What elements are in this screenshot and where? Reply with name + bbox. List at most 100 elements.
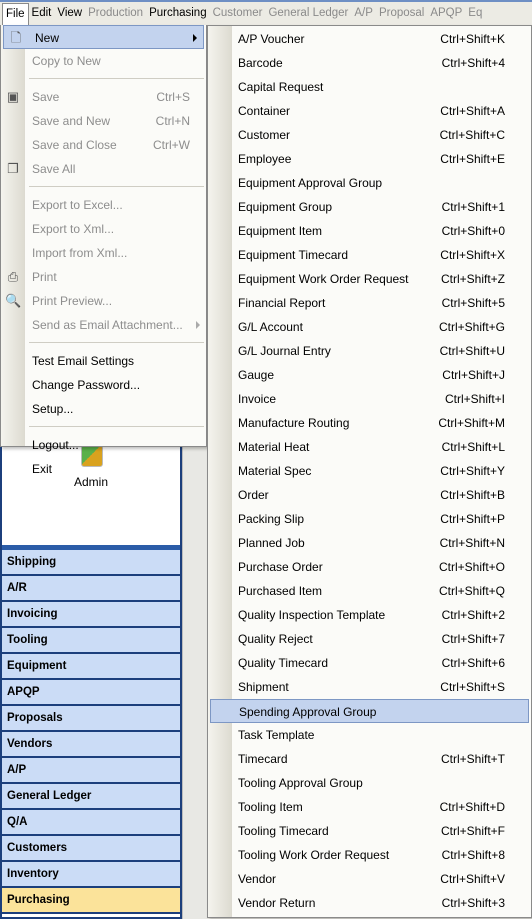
- sidebar-item-a-r[interactable]: A/R: [2, 576, 180, 602]
- separator: [29, 426, 204, 427]
- menu-apqp[interactable]: APQP: [427, 3, 465, 25]
- submenu-item-label: Material Heat: [238, 440, 310, 454]
- menu-proposal[interactable]: Proposal: [376, 3, 427, 25]
- submenu-item-tooling-item[interactable]: Tooling Item Ctrl+Shift+D: [208, 795, 531, 819]
- submenu-item-task-template[interactable]: Task Template: [208, 723, 531, 747]
- submenu-item-purchase-order[interactable]: Purchase Order Ctrl+Shift+O: [208, 555, 531, 579]
- submenu-item-equipment-approval-group[interactable]: Equipment Approval Group: [208, 171, 531, 195]
- menu-item-test-email[interactable]: Test Email Settings: [1, 349, 206, 373]
- submenu-item-quality-inspection-template[interactable]: Quality Inspection Template Ctrl+Shift+2: [208, 603, 531, 627]
- submenu-item-purchased-item[interactable]: Purchased Item Ctrl+Shift+Q: [208, 579, 531, 603]
- submenu-item-tooling-work-order-request[interactable]: Tooling Work Order Request Ctrl+Shift+8: [208, 843, 531, 867]
- submenu-item-shortcut: Ctrl+Shift+J: [442, 368, 505, 382]
- submenu-item-customer[interactable]: Customer Ctrl+Shift+C: [208, 123, 531, 147]
- menu-item-new[interactable]: 🗋 New: [3, 25, 204, 49]
- sidebar-item-vendors[interactable]: Vendors: [2, 732, 180, 758]
- menu-ap[interactable]: A/P: [351, 3, 376, 25]
- menu-item-change-password[interactable]: Change Password...: [1, 373, 206, 397]
- menu-purchasing[interactable]: Purchasing: [146, 3, 210, 25]
- menu-item-setup[interactable]: Setup...: [1, 397, 206, 421]
- submenu-item-equipment-group[interactable]: Equipment Group Ctrl+Shift+1: [208, 195, 531, 219]
- submenu-item-shortcut: Ctrl+Shift+Z: [440, 272, 505, 286]
- submenu-item-gauge[interactable]: Gauge Ctrl+Shift+J: [208, 363, 531, 387]
- menu-production[interactable]: Production: [85, 3, 146, 25]
- sidebar-item-customers[interactable]: Customers: [2, 836, 180, 862]
- menu-item-print-preview[interactable]: 🔍 Print Preview...: [1, 289, 206, 313]
- submenu-item-label: Equipment Item: [238, 224, 323, 238]
- menu-item-logout[interactable]: Logout...: [1, 433, 206, 457]
- menu-item-save-all[interactable]: ❐ Save All: [1, 157, 206, 181]
- menu-item-print[interactable]: ⎙ Print: [1, 265, 206, 289]
- submenu-item-vendor-return[interactable]: Vendor Return Ctrl+Shift+3: [208, 891, 531, 915]
- menu-item-exit[interactable]: Exit: [1, 457, 206, 481]
- menu-equipment[interactable]: Eq: [465, 3, 485, 25]
- submenu-item-label: Customer: [238, 128, 291, 142]
- submenu-item-g-l-account[interactable]: G/L Account Ctrl+Shift+G: [208, 315, 531, 339]
- submenu-item-shortcut: Ctrl+Shift+8: [441, 848, 505, 862]
- separator: [29, 78, 204, 79]
- menu-edit[interactable]: Edit: [29, 3, 55, 25]
- submenu-item-vendor[interactable]: Vendor Ctrl+Shift+V: [208, 867, 531, 891]
- sidebar-item-equipment[interactable]: Equipment: [2, 654, 180, 680]
- sidebar-item-purchasing[interactable]: Purchasing: [2, 888, 180, 914]
- menu-file[interactable]: File: [2, 2, 29, 25]
- submenu-item-packing-slip[interactable]: Packing Slip Ctrl+Shift+P: [208, 507, 531, 531]
- menu-item-send-email[interactable]: Send as Email Attachment...: [1, 313, 206, 337]
- menu-view[interactable]: View: [54, 3, 85, 25]
- submenu-item-invoice[interactable]: Invoice Ctrl+Shift+I: [208, 387, 531, 411]
- menu-item-export-excel[interactable]: Export to Excel...: [1, 193, 206, 217]
- submenu-item-equipment-item[interactable]: Equipment Item Ctrl+Shift+0: [208, 219, 531, 243]
- menu-item-export-xml[interactable]: Export to Xml...: [1, 217, 206, 241]
- sidebar-item-tooling[interactable]: Tooling: [2, 628, 180, 654]
- new-document-icon: 🗋: [10, 30, 22, 45]
- menu-item-import-xml[interactable]: Import from Xml...: [1, 241, 206, 265]
- submenu-item-a-p-voucher[interactable]: A/P Voucher Ctrl+Shift+K: [208, 27, 531, 51]
- submenu-item-shipment[interactable]: Shipment Ctrl+Shift+S: [208, 675, 531, 699]
- submenu-item-employee[interactable]: Employee Ctrl+Shift+E: [208, 147, 531, 171]
- submenu-item-quality-reject[interactable]: Quality Reject Ctrl+Shift+7: [208, 627, 531, 651]
- menu-item-save-and-new[interactable]: Save and New Ctrl+N: [1, 109, 206, 133]
- submenu-item-timecard[interactable]: Timecard Ctrl+Shift+T: [208, 747, 531, 771]
- submenu-item-shortcut: Ctrl+Shift+U: [439, 344, 505, 358]
- submenu-item-order[interactable]: Order Ctrl+Shift+B: [208, 483, 531, 507]
- submenu-item-label: Tooling Item: [238, 800, 303, 814]
- sidebar-item-q-a[interactable]: Q/A: [2, 810, 180, 836]
- submenu-item-capital-request[interactable]: Capital Request: [208, 75, 531, 99]
- submenu-item-material-heat[interactable]: Material Heat Ctrl+Shift+L: [208, 435, 531, 459]
- submenu-item-label: Spending Approval Group: [239, 705, 377, 719]
- menu-item-copy-to-new[interactable]: Copy to New: [1, 49, 206, 73]
- submenu-item-shortcut: Ctrl+Shift+C: [439, 128, 505, 142]
- submenu-item-barcode[interactable]: Barcode Ctrl+Shift+4: [208, 51, 531, 75]
- submenu-item-container[interactable]: Container Ctrl+Shift+A: [208, 99, 531, 123]
- submenu-item-label: Equipment Work Order Request: [238, 272, 409, 286]
- submenu-item-shortcut: Ctrl+Shift+B: [440, 488, 505, 502]
- submenu-item-financial-report[interactable]: Financial Report Ctrl+Shift+5: [208, 291, 531, 315]
- menu-general-ledger[interactable]: General Ledger: [265, 3, 351, 25]
- sidebar-item-general-ledger[interactable]: General Ledger: [2, 784, 180, 810]
- submenu-item-shortcut: Ctrl+Shift+K: [440, 32, 505, 46]
- menu-item-save-and-close[interactable]: Save and Close Ctrl+W: [1, 133, 206, 157]
- submenu-item-quality-timecard[interactable]: Quality Timecard Ctrl+Shift+6: [208, 651, 531, 675]
- submenu-item-equipment-work-order-request[interactable]: Equipment Work Order Request Ctrl+Shift+Z: [208, 267, 531, 291]
- submenu-item-tooling-approval-group[interactable]: Tooling Approval Group: [208, 771, 531, 795]
- sidebar-item-proposals[interactable]: Proposals: [2, 706, 180, 732]
- sidebar-item-shipping[interactable]: Shipping: [2, 550, 180, 576]
- submenu-item-equipment-timecard[interactable]: Equipment Timecard Ctrl+Shift+X: [208, 243, 531, 267]
- sidebar-nav: Shipping A/R Invoicing Tooling Equipment APQP…: [2, 550, 180, 914]
- sidebar-item-apqp[interactable]: APQP: [2, 680, 180, 706]
- submenu-item-planned-job[interactable]: Planned Job Ctrl+Shift+N: [208, 531, 531, 555]
- sidebar-item-a-p[interactable]: A/P: [2, 758, 180, 784]
- submenu-item-label: Purchased Item: [238, 584, 323, 598]
- submenu-item-shortcut: Ctrl+Shift+0: [441, 224, 505, 238]
- menu-item-save[interactable]: ▣ Save Ctrl+S: [1, 85, 206, 109]
- menu-customer[interactable]: Customer: [210, 3, 266, 25]
- submenu-item-manufacture-routing[interactable]: Manufacture Routing Ctrl+Shift+M: [208, 411, 531, 435]
- sidebar-item-invoicing[interactable]: Invoicing: [2, 602, 180, 628]
- submenu-item-spending-approval-group[interactable]: Spending Approval Group: [210, 699, 529, 723]
- sidebar-item-inventory[interactable]: Inventory: [2, 862, 180, 888]
- submenu-item-material-spec[interactable]: Material Spec Ctrl+Shift+Y: [208, 459, 531, 483]
- submenu-item-tooling-timecard[interactable]: Tooling Timecard Ctrl+Shift+F: [208, 819, 531, 843]
- submenu-item-g-l-journal-entry[interactable]: G/L Journal Entry Ctrl+Shift+U: [208, 339, 531, 363]
- submenu-item-shortcut: Ctrl+Shift+O: [438, 560, 505, 574]
- submenu-item-shortcut: Ctrl+Shift+2: [441, 608, 505, 622]
